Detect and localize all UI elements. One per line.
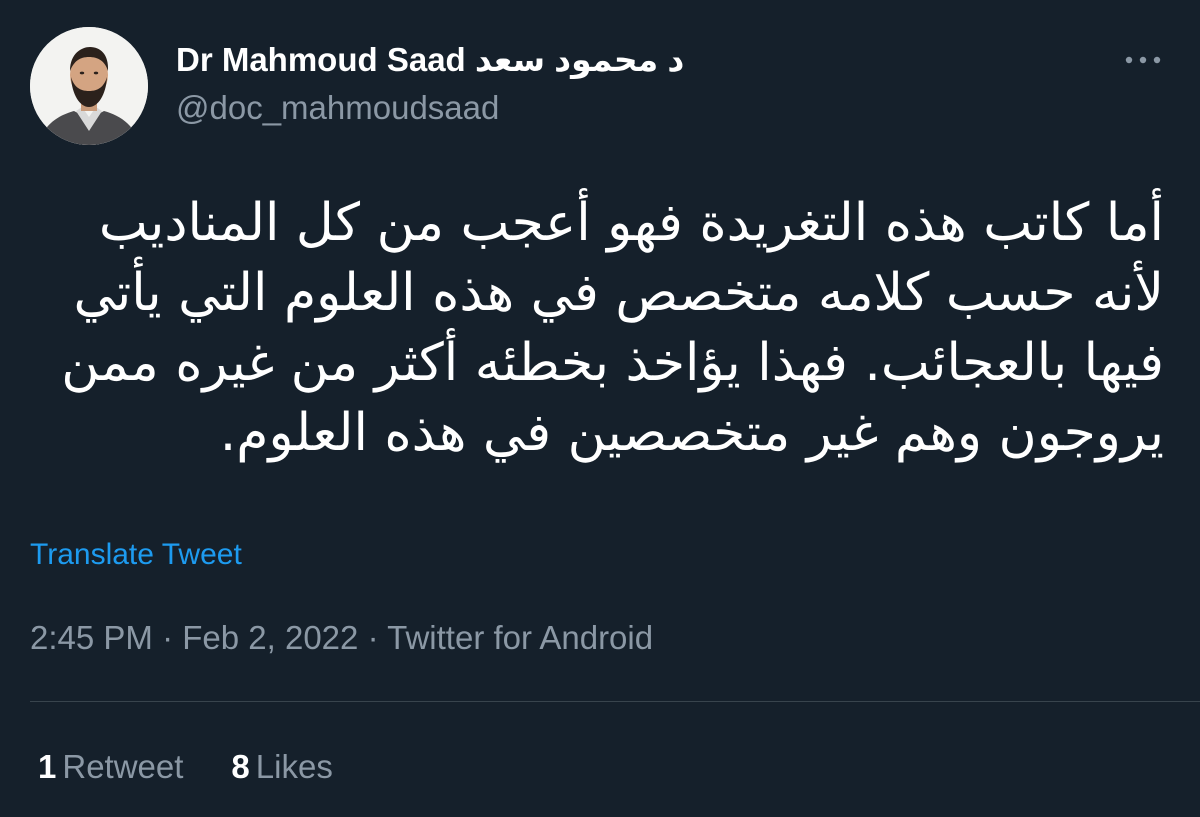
likes-stat[interactable]: 8 Likes [231, 745, 332, 789]
translate-tweet-link[interactable]: Translate Tweet [30, 535, 242, 575]
author-display-name[interactable]: Dr Mahmoud Saad د محمود سعد [176, 38, 684, 82]
tweet-text: أما كاتب هذه التغريدة فهو أعجب من كل الم… [61, 193, 1164, 463]
divider [30, 701, 1200, 702]
tweet-time[interactable]: 2:45 PM [30, 619, 153, 656]
likes-count: 8 [231, 748, 250, 785]
meta-separator: · [367, 619, 379, 656]
more-dots-icon [1125, 56, 1161, 64]
likes-label: Likes [255, 748, 333, 785]
tweet-date[interactable]: Feb 2, 2022 [182, 619, 358, 656]
tweet-card: Dr Mahmoud Saad د محمود سعد @doc_mahmoud… [0, 0, 1200, 817]
tweet-source[interactable]: Twitter for Android [387, 619, 653, 656]
retweets-label: Retweet [62, 748, 184, 785]
retweets-count: 1 [38, 748, 57, 785]
retweets-stat[interactable]: 1 Retweet [38, 745, 183, 789]
more-options-button[interactable] [1118, 40, 1168, 80]
profile-photo-icon [30, 27, 148, 145]
avatar[interactable] [30, 27, 148, 145]
tweet-stats: 1 Retweet 8 Likes [38, 745, 333, 789]
author-handle[interactable]: @doc_mahmoudsaad [176, 86, 499, 130]
meta-separator: · [162, 619, 174, 656]
tweet-metadata: 2:45 PM · Feb 2, 2022 · Twitter for Andr… [30, 616, 653, 660]
